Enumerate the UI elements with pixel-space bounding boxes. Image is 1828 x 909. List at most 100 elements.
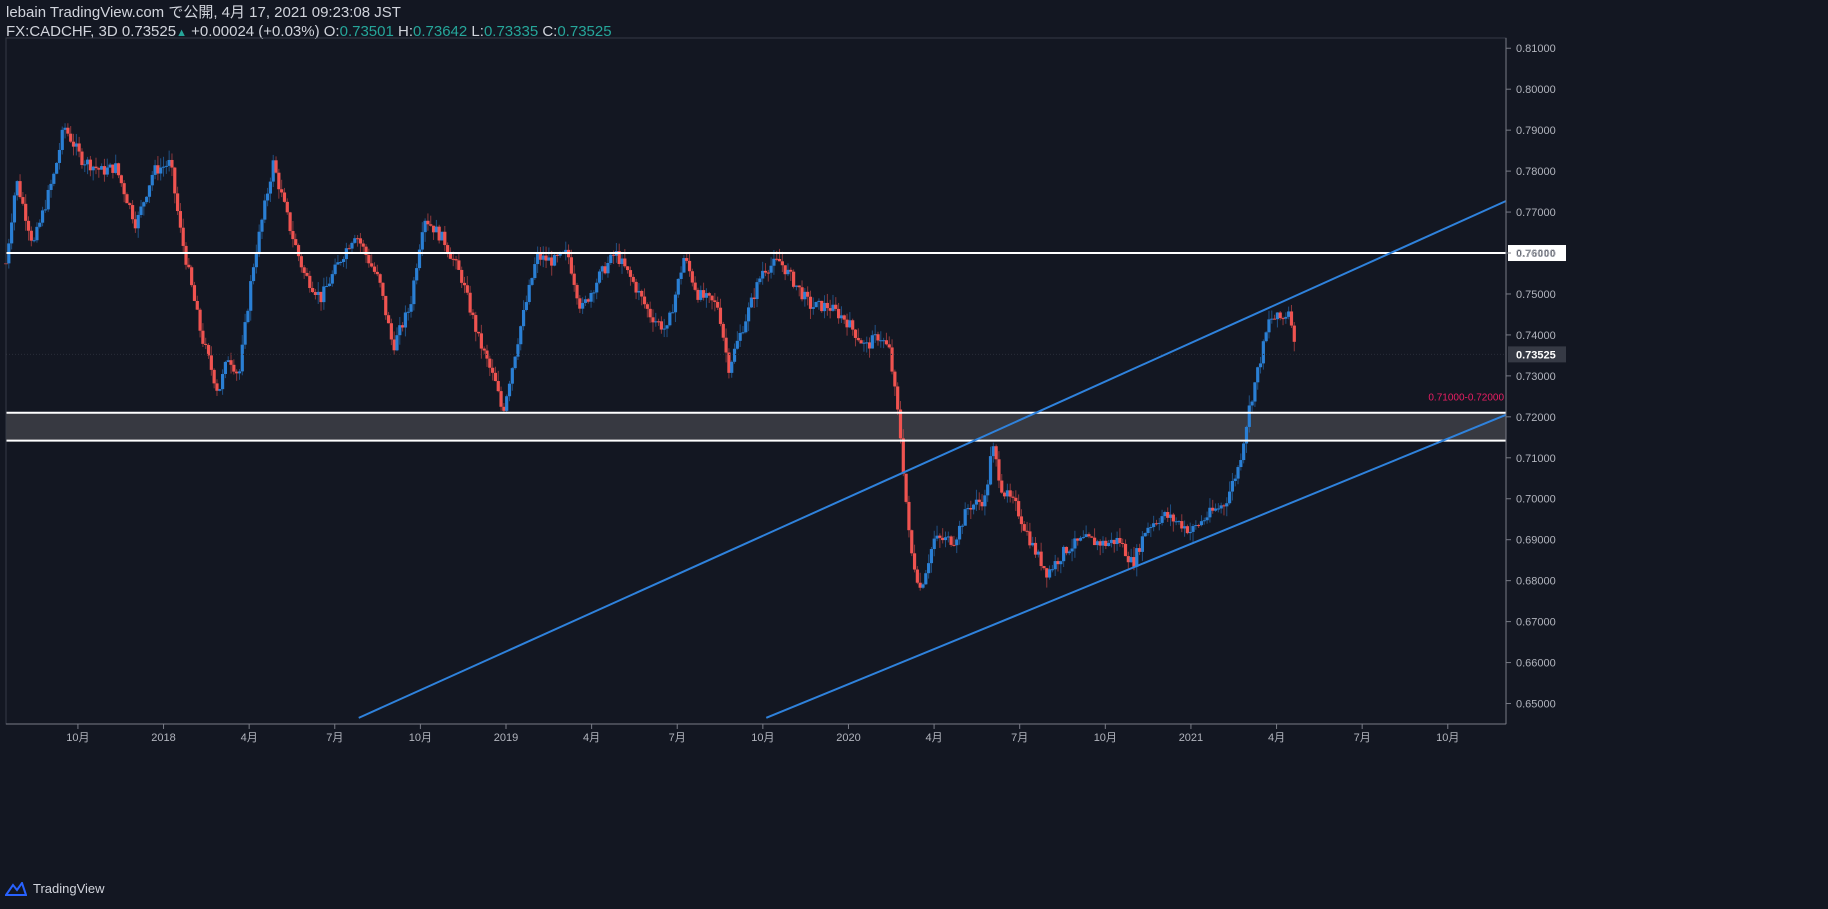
candle-body: [493, 372, 498, 382]
candle-body: [1042, 566, 1046, 569]
candle-body: [38, 222, 42, 227]
y-tick-label: 0.71000: [1516, 453, 1556, 465]
candle-body: [130, 205, 135, 220]
candle-body: [257, 231, 261, 255]
candle-body: [960, 525, 964, 527]
candle-body: [949, 536, 953, 545]
candle-body: [347, 248, 351, 250]
y-tick-label: 0.77000: [1516, 207, 1556, 219]
candle-body: [935, 535, 939, 539]
candle-body: [789, 269, 793, 272]
candle-body: [443, 231, 447, 246]
candle-body: [1194, 525, 1198, 527]
candle-body: [322, 286, 326, 303]
candle-body: [786, 269, 790, 275]
candle-body: [1177, 521, 1181, 523]
candle-body: [1014, 497, 1018, 502]
candle-body: [465, 285, 469, 293]
y-tick-label: 0.66000: [1516, 658, 1556, 670]
candle-body: [727, 352, 731, 373]
candle-body: [910, 530, 914, 554]
candle-body: [957, 525, 962, 540]
x-tick-label: 4月: [926, 732, 943, 744]
candle-body: [991, 446, 995, 457]
candle-body: [1202, 520, 1206, 522]
candle-body: [766, 272, 770, 274]
candle-body: [1045, 568, 1049, 578]
candle-body: [690, 271, 694, 283]
candle-body: [215, 383, 219, 391]
candle-body: [1118, 537, 1122, 544]
candle-body: [1256, 367, 1260, 383]
candle-body: [1109, 539, 1114, 543]
candle-body: [299, 256, 303, 268]
candle-body: [384, 295, 388, 316]
y-tick-label: 0.78000: [1516, 166, 1556, 178]
candle-body: [716, 301, 720, 308]
candle-body: [102, 166, 107, 175]
candle-body: [586, 299, 590, 302]
candle-body: [589, 292, 593, 302]
candle-body: [853, 329, 858, 338]
candle-body: [1146, 527, 1150, 534]
candle-body: [862, 342, 866, 344]
candle-body: [1273, 318, 1277, 320]
candle-body: [611, 254, 616, 256]
candle-body: [822, 302, 827, 312]
candles: [4, 123, 1506, 591]
candle-body: [772, 258, 776, 266]
candle-body: [223, 361, 228, 375]
x-tick-label: 7月: [1354, 732, 1371, 744]
candle-body: [676, 278, 680, 295]
price-chart[interactable]: 0.71000-0.72000 0.760000.73525 0.810000.…: [0, 0, 1828, 909]
candle-body: [1289, 311, 1294, 326]
candle-body: [313, 292, 318, 296]
candle-body: [18, 181, 22, 198]
candle-body: [806, 291, 810, 297]
candle-body: [842, 315, 846, 320]
candle-body: [40, 210, 45, 223]
candle-body: [83, 164, 87, 166]
y-tick-label: 0.68000: [1516, 576, 1556, 588]
candle-body: [94, 166, 98, 169]
candle-body: [592, 292, 596, 294]
candle-body: [865, 342, 869, 344]
candle-body: [361, 243, 365, 247]
candle-body: [783, 265, 787, 275]
candle-body: [1039, 551, 1043, 567]
candle-body: [600, 266, 604, 272]
candle-body: [837, 308, 841, 319]
candle-body: [581, 302, 585, 309]
candle-body: [831, 304, 835, 311]
candle-body: [701, 290, 706, 298]
candle-body: [1140, 536, 1144, 552]
candle-body: [288, 212, 292, 232]
candle-body: [887, 344, 891, 348]
candle-body: [251, 267, 256, 282]
x-tick-label: 2021: [1179, 732, 1203, 744]
candle-body: [63, 127, 67, 130]
candle-body: [1250, 401, 1254, 406]
candle-body: [263, 200, 267, 220]
candle-body: [1002, 492, 1007, 497]
candle-body: [1149, 527, 1153, 529]
current-price-tag-label: 0.73525: [1516, 349, 1556, 361]
support-zone: 0.71000-0.72000: [6, 393, 1506, 441]
candle-body: [693, 282, 697, 290]
candle-body: [583, 299, 588, 303]
candle-body: [1182, 526, 1187, 529]
y-tick-label: 0.72000: [1516, 412, 1556, 424]
candle-body: [336, 262, 340, 265]
y-tick-label: 0.67000: [1516, 617, 1556, 629]
candle-body: [462, 282, 467, 286]
zone-fill: [6, 412, 1506, 441]
candle-body: [327, 283, 332, 287]
candle-body: [226, 360, 230, 362]
candle-body: [282, 192, 287, 202]
candle-body: [1135, 548, 1139, 567]
y-tick-label: 0.80000: [1516, 84, 1556, 96]
candle-body: [71, 141, 76, 147]
candle-body: [707, 293, 711, 296]
candle-body: [375, 271, 379, 275]
x-tick-label: 2019: [494, 732, 518, 744]
